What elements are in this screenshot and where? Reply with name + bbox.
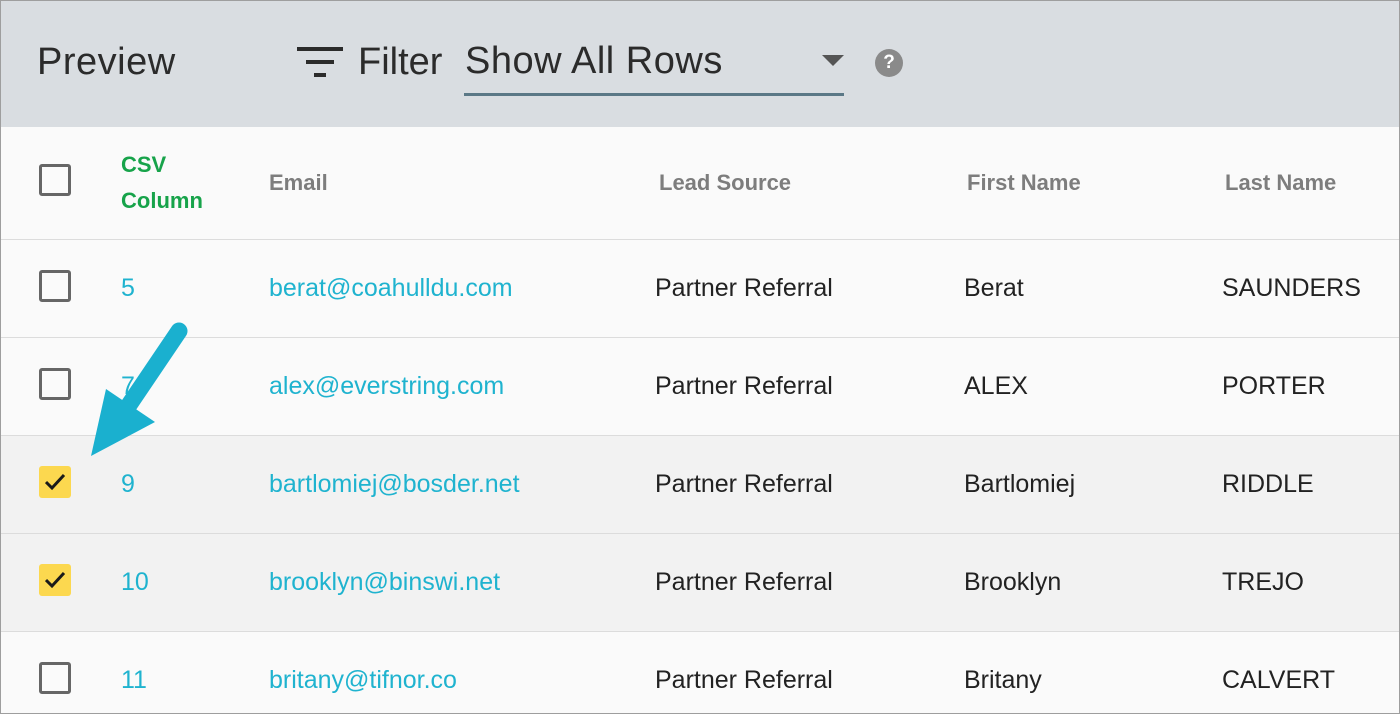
column-header-email[interactable]: Email <box>269 170 328 196</box>
row-email-link[interactable]: britany@tifnor.co <box>269 666 457 695</box>
column-header-csv-line1: CSV <box>121 152 167 177</box>
row-email-link[interactable]: alex@everstring.com <box>269 372 504 401</box>
table-header-row: CSV Column Email Lead Source First Name … <box>1 127 1399 240</box>
row-first-name: Berat <box>964 274 1024 302</box>
row-first-name: ALEX <box>964 372 1028 400</box>
row-csv-column[interactable]: 7 <box>121 372 135 401</box>
table-row[interactable]: 11 britany@tifnor.co Partner Referral Br… <box>1 632 1399 713</box>
column-header-csv-line2: Column <box>121 188 203 213</box>
row-lead-source: Partner Referral <box>655 372 833 400</box>
row-first-name: Brooklyn <box>964 568 1062 596</box>
filter-icon <box>297 47 343 77</box>
row-csv-column[interactable]: 5 <box>121 274 135 303</box>
row-checkbox[interactable] <box>39 270 71 302</box>
row-email-link[interactable]: brooklyn@binswi.net <box>269 568 500 597</box>
row-lead-source: Partner Referral <box>655 470 833 498</box>
row-checkbox[interactable] <box>39 466 71 498</box>
row-csv-column[interactable]: 11 <box>121 666 147 695</box>
row-last-name: RIDDLE <box>1222 470 1314 498</box>
caret-down-icon <box>822 55 844 66</box>
column-header-csv[interactable]: CSV Column <box>121 147 203 219</box>
preview-table: CSV Column Email Lead Source First Name … <box>1 127 1399 713</box>
table-row[interactable]: 5 berat@coahulldu.com Partner Referral B… <box>1 240 1399 338</box>
checkmark-icon <box>45 473 65 491</box>
row-first-name: Britany <box>964 666 1042 694</box>
row-lead-source: Partner Referral <box>655 274 833 302</box>
row-last-name: CALVERT <box>1222 666 1336 694</box>
row-first-name: Bartlomiej <box>964 470 1076 498</box>
select-all-checkbox[interactable] <box>39 164 71 196</box>
row-checkbox[interactable] <box>39 564 71 596</box>
page-title: Preview <box>37 41 176 83</box>
column-header-lead-source[interactable]: Lead Source <box>659 170 791 196</box>
row-last-name: TREJO <box>1222 568 1304 596</box>
row-lead-source: Partner Referral <box>655 568 833 596</box>
filter-label: Filter <box>358 41 443 83</box>
table-row[interactable]: 9 bartlomiej@bosder.net Partner Referral… <box>1 436 1399 534</box>
row-checkbox[interactable] <box>39 662 71 694</box>
row-lead-source: Partner Referral <box>655 666 833 694</box>
preview-toolbar: Preview Filter Show All Rows ? <box>1 1 1399 127</box>
checkmark-icon <box>45 571 65 589</box>
filter-select-value: Show All Rows <box>465 40 723 82</box>
table-row[interactable]: 10 brooklyn@binswi.net Partner Referral … <box>1 534 1399 632</box>
column-header-first-name[interactable]: First Name <box>967 170 1081 196</box>
row-last-name: SAUNDERS <box>1222 274 1361 302</box>
help-icon[interactable]: ? <box>875 49 903 77</box>
column-header-last-name[interactable]: Last Name <box>1225 170 1336 196</box>
row-last-name: PORTER <box>1222 372 1326 400</box>
filter-select[interactable]: Show All Rows <box>464 31 844 96</box>
row-email-link[interactable]: berat@coahulldu.com <box>269 274 513 303</box>
row-checkbox[interactable] <box>39 368 71 400</box>
row-csv-column[interactable]: 9 <box>121 470 135 499</box>
row-email-link[interactable]: bartlomiej@bosder.net <box>269 470 520 499</box>
table-row[interactable]: 7 alex@everstring.com Partner Referral A… <box>1 338 1399 436</box>
row-csv-column[interactable]: 10 <box>121 568 149 597</box>
preview-panel: Preview Filter Show All Rows ? CSV Colum… <box>0 0 1400 714</box>
